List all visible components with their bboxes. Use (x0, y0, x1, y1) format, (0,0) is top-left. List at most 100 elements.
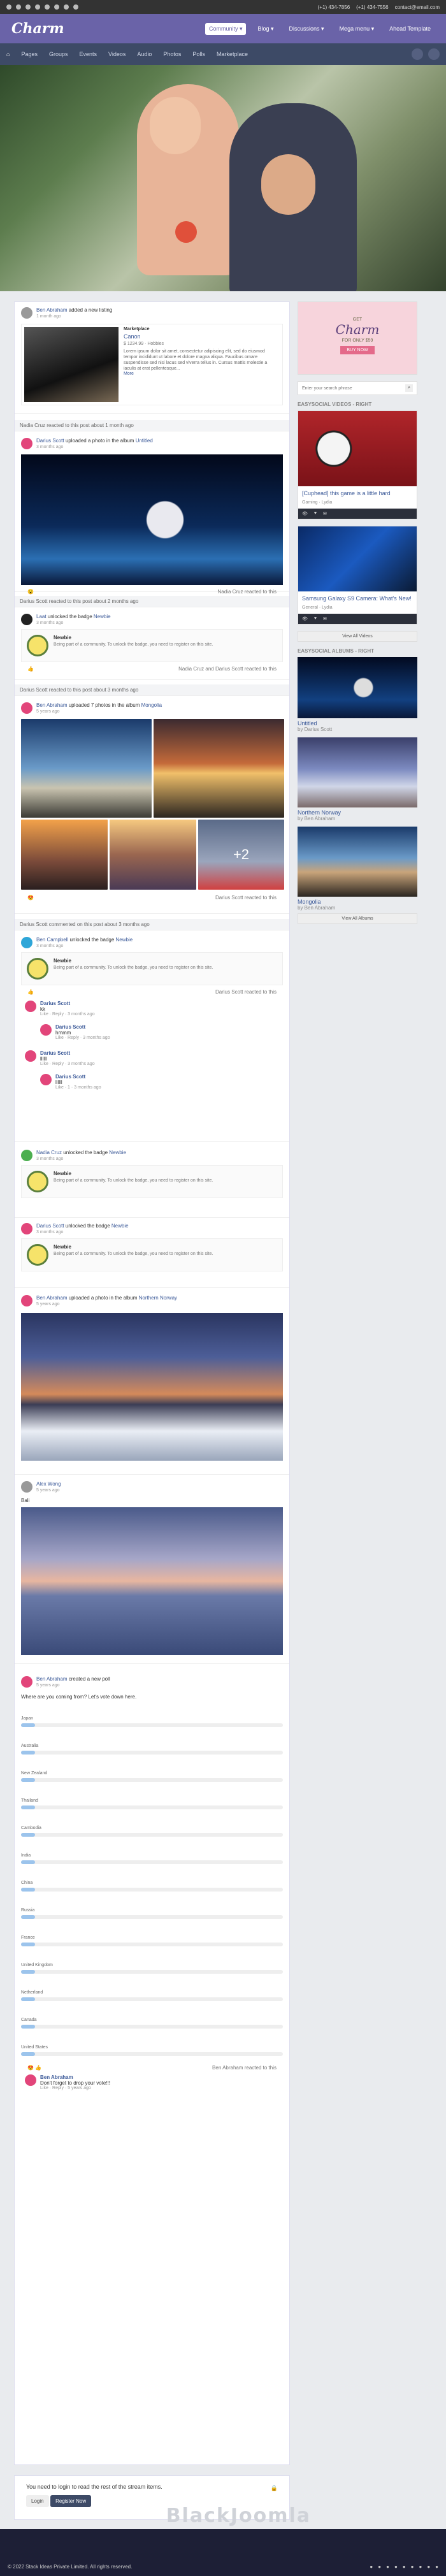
search-icon[interactable]: ⌕ (405, 384, 413, 392)
video-thumbnail[interactable] (298, 526, 417, 591)
home-icon[interactable]: ⌂ (6, 51, 10, 57)
poll-option[interactable]: India (21, 1853, 283, 1864)
poll-option[interactable]: Canada (21, 2018, 283, 2029)
vimeo-icon[interactable]: ● (427, 2564, 430, 2570)
album-author[interactable]: by Ben Abraham (298, 816, 417, 821)
poll-option[interactable]: China (21, 1881, 283, 1892)
badge-link[interactable]: Newbie (109, 1150, 126, 1155)
dribbble-icon[interactable] (64, 4, 69, 10)
nav-mega-menu[interactable]: Mega menu ▾ (336, 23, 378, 35)
photo-norway[interactable] (21, 1313, 283, 1461)
search-icon[interactable] (412, 48, 423, 60)
facebook-icon[interactable]: ● (370, 2564, 373, 2570)
nav-community[interactable]: Community ▾ (205, 22, 247, 35)
avatar[interactable] (21, 614, 32, 625)
youtube-icon[interactable]: ● (394, 2564, 398, 2570)
album-title[interactable]: Untitled (298, 720, 417, 727)
video-thumbnail[interactable] (298, 411, 417, 486)
comment-author[interactable]: Ben Abraham (40, 2074, 73, 2080)
avatar[interactable] (21, 1150, 32, 1161)
poll-option[interactable]: Japan (21, 1716, 283, 1727)
avatar[interactable] (21, 702, 32, 714)
album-title[interactable]: Northern Norway (298, 809, 417, 816)
video-author[interactable]: Lydia (322, 500, 332, 505)
badge-card[interactable]: Newbie Being part of a community. To unlo… (21, 1165, 283, 1198)
facebook-icon[interactable] (6, 4, 11, 10)
avatar[interactable] (21, 1676, 32, 1688)
comment-author[interactable]: Darius Scott (55, 1024, 85, 1030)
album-cover[interactable] (298, 827, 417, 897)
poll-option[interactable]: Netherland (21, 1990, 283, 2001)
album-link[interactable]: Northern Norway (139, 1295, 177, 1301)
video-card[interactable]: Samsung Galaxy S9 Camera: What's New! Ge… (298, 526, 417, 625)
comment-actions[interactable]: Like · Reply · 3 months ago (40, 1062, 95, 1066)
badge-card[interactable]: Newbie Being part of a community. To unlo… (21, 1238, 283, 1271)
video-category[interactable]: Gaming (302, 500, 318, 505)
comment-actions[interactable]: Like · Reply · 5 years ago (40, 2086, 110, 2090)
video-title[interactable]: [Cuphead] this game is a little hard (298, 486, 417, 500)
comment-author[interactable]: Darius Scott (40, 1001, 70, 1006)
avatar[interactable] (21, 1295, 32, 1306)
photo-bali[interactable] (21, 1507, 283, 1655)
album-cover[interactable] (298, 737, 417, 807)
actor-link[interactable]: Ben Campbell (36, 937, 68, 943)
nav-discussions[interactable]: Discussions ▾ (285, 23, 328, 35)
register-button[interactable]: Register Now (50, 2495, 92, 2507)
comment-author[interactable]: Darius Scott (55, 1074, 85, 1080)
album-photo[interactable] (110, 820, 196, 890)
view-all-videos-button[interactable]: View All Videos (298, 631, 417, 642)
poll-option[interactable]: Thailand (21, 1798, 283, 1809)
actor-link[interactable]: Ben Abraham (36, 1295, 67, 1301)
video-card[interactable]: [Cuphead] this game is a little hard Gam… (298, 410, 417, 519)
youtube-icon[interactable] (35, 4, 40, 10)
actor-link[interactable]: Nadia Cruz (36, 1150, 62, 1155)
actor-link[interactable]: Ben Abraham (36, 1676, 67, 1682)
avatar[interactable] (21, 1481, 32, 1493)
listing-card[interactable]: Marketplace Canon $ 1234.99 · Hobbies Lo… (21, 324, 283, 405)
badge-link[interactable]: Newbie (116, 937, 133, 943)
twitter-icon[interactable] (16, 4, 21, 10)
tab-videos[interactable]: Videos (108, 51, 126, 57)
more-link[interactable]: More (124, 372, 134, 376)
dribbble-icon[interactable]: ● (419, 2564, 422, 2570)
instagram-icon[interactable]: ● (386, 2564, 389, 2570)
listing-title[interactable]: Canon (124, 333, 280, 340)
comment-actions[interactable]: Like · 1 · 3 months ago (55, 1085, 101, 1090)
poll-option[interactable]: Cambodia (21, 1826, 283, 1837)
avatar[interactable] (21, 438, 32, 449)
album-cover[interactable] (298, 657, 417, 718)
nav-blog[interactable]: Blog ▾ (254, 23, 277, 35)
video-title[interactable]: Samsung Galaxy S9 Camera: What's New! (298, 591, 417, 605)
avatar[interactable] (21, 1223, 32, 1234)
avatar[interactable] (21, 937, 32, 948)
badge-link[interactable]: Newbie (112, 1223, 129, 1229)
album-photo[interactable] (21, 719, 152, 818)
album-title[interactable]: Mongolia (298, 899, 417, 905)
tab-photos[interactable]: Photos (163, 51, 181, 57)
reaction-icon[interactable]: 😮 (27, 589, 34, 595)
album-link[interactable]: Untitled (136, 438, 153, 444)
github-icon[interactable]: ● (435, 2564, 438, 2570)
tab-groups[interactable]: Groups (49, 51, 68, 57)
nav-ahead-template[interactable]: Ahead Template (385, 23, 435, 35)
user-icon[interactable] (428, 48, 440, 60)
album-author[interactable]: by Ben Abraham (298, 905, 417, 911)
tab-events[interactable]: Events (79, 51, 97, 57)
tab-pages[interactable]: Pages (21, 51, 38, 57)
comment-author[interactable]: Darius Scott (40, 1050, 70, 1056)
search-input[interactable] (302, 386, 378, 391)
actor-link[interactable]: Darius Scott (36, 438, 64, 444)
ad-banner[interactable]: GET Charm FOR ONLY $59 BUY NOW (298, 301, 417, 375)
reaction-icon[interactable]: 😍 👍 (27, 2065, 41, 2071)
album-author[interactable]: by Darius Scott (298, 727, 417, 732)
reaction-icon[interactable]: 👍 (27, 666, 34, 672)
login-button[interactable]: Login (26, 2495, 49, 2507)
poll-option[interactable]: New Zealand (21, 1771, 283, 1782)
linkedin-icon[interactable]: ● (411, 2564, 414, 2570)
email[interactable]: contact@email.com (395, 4, 440, 10)
actor-link[interactable]: Alex Wong (36, 1481, 61, 1487)
badge-card[interactable]: Newbie Being part of a community. To unlo… (21, 629, 283, 662)
poll-option[interactable]: United Kingdom (21, 1963, 283, 1974)
reaction-icon[interactable]: 😍 (27, 895, 34, 901)
badge-link[interactable]: Newbie (94, 614, 111, 619)
